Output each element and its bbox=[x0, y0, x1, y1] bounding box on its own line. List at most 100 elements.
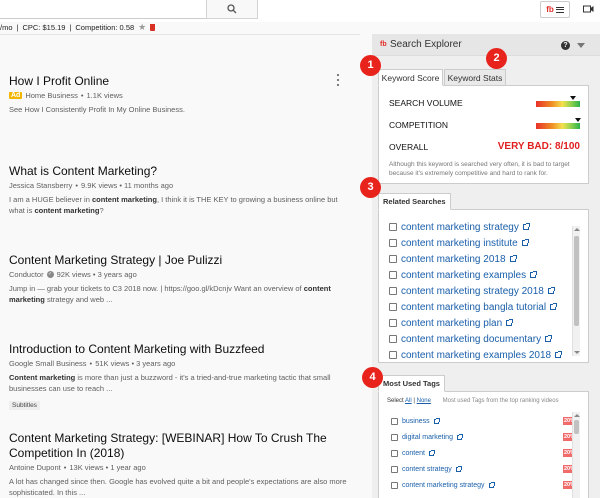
external-link-icon[interactable] bbox=[555, 351, 563, 358]
meta-dot: • bbox=[89, 359, 93, 368]
checkbox[interactable] bbox=[389, 351, 397, 359]
search-button[interactable] bbox=[206, 0, 258, 19]
related-search-item[interactable]: content marketing 2018 bbox=[389, 252, 517, 266]
external-link-icon[interactable] bbox=[506, 319, 514, 326]
external-link-icon[interactable] bbox=[522, 223, 530, 230]
checkbox[interactable] bbox=[389, 255, 397, 263]
tags-hint: Most used Tags from the top ranking vide… bbox=[442, 398, 559, 404]
metrics-separator: | bbox=[69, 22, 72, 32]
result-channel[interactable]: Conductor bbox=[9, 270, 44, 279]
result-item[interactable]: Content Marketing Strategy | Joe Pulizzi… bbox=[9, 253, 349, 305]
tab-keyword-score[interactable]: Keyword Score bbox=[378, 69, 443, 86]
checkbox[interactable] bbox=[391, 465, 398, 473]
trash-icon[interactable] bbox=[150, 23, 156, 31]
more-options-icon[interactable] bbox=[335, 74, 341, 86]
result-stats: 13K views • 1 year ago bbox=[69, 463, 146, 472]
search-input[interactable] bbox=[0, 0, 207, 19]
panel-title: Search Explorer bbox=[390, 39, 462, 50]
related-search-item[interactable]: content marketing strategy bbox=[389, 220, 530, 234]
external-link-icon[interactable] bbox=[455, 465, 462, 472]
related-search-item[interactable]: content marketing examples bbox=[389, 268, 538, 282]
result-item[interactable]: Introduction to Content Marketing with B… bbox=[9, 342, 349, 412]
related-searches-tab[interactable]: Related Searches bbox=[378, 193, 451, 210]
tag-item[interactable]: content bbox=[391, 447, 435, 459]
checkbox[interactable] bbox=[389, 223, 397, 231]
result-meta: Antoine Dupont • 13K views • 1 year ago bbox=[9, 463, 349, 472]
checkbox[interactable] bbox=[391, 417, 398, 425]
collapse-icon[interactable] bbox=[577, 43, 585, 48]
result-item[interactable]: Content Marketing Strategy: [WEBINAR] Ho… bbox=[9, 431, 349, 498]
tags-scrollbar[interactable] bbox=[572, 412, 580, 498]
meta-dot: • bbox=[75, 181, 78, 190]
help-icon[interactable]: ? bbox=[561, 41, 570, 50]
search-explorer-panel: fb Search Explorer ? Keyword Score Keywo… bbox=[372, 34, 600, 498]
result-stats: 92K views • 3 years ago bbox=[56, 270, 137, 279]
result-title[interactable]: How I Profit Online bbox=[9, 74, 349, 89]
external-link-icon[interactable] bbox=[547, 287, 555, 294]
related-scrollbar[interactable] bbox=[572, 226, 580, 356]
scroll-up-icon[interactable] bbox=[574, 414, 580, 417]
checkbox[interactable] bbox=[389, 335, 397, 343]
tag-item[interactable]: business bbox=[391, 415, 440, 427]
video-camera-icon[interactable] bbox=[583, 4, 594, 14]
external-link-icon[interactable] bbox=[550, 303, 558, 310]
menu-icon bbox=[555, 6, 564, 13]
external-link-icon[interactable] bbox=[545, 335, 553, 342]
external-link-icon[interactable] bbox=[488, 481, 495, 488]
result-stats: 1.1K views bbox=[86, 91, 123, 100]
related-search-item[interactable]: content marketing documentary bbox=[389, 332, 553, 346]
related-search-item[interactable]: content marketing strategy 2018 bbox=[389, 284, 555, 298]
metrics-competition: Competition: 0.58 bbox=[75, 22, 135, 32]
tag-item[interactable]: digital marketing bbox=[391, 431, 463, 443]
related-searches-box: content marketing strategy content marke… bbox=[378, 209, 589, 363]
related-search-item[interactable]: content marketing plan bbox=[389, 316, 514, 330]
checkbox[interactable] bbox=[389, 287, 397, 295]
scroll-thumb[interactable] bbox=[574, 236, 579, 326]
select-all-link[interactable]: All bbox=[405, 398, 412, 404]
external-link-icon[interactable] bbox=[428, 449, 435, 456]
search-icon bbox=[227, 3, 237, 13]
tag-item[interactable]: content strategy bbox=[391, 463, 462, 475]
extension-menu-button[interactable]: fb bbox=[540, 1, 570, 18]
verified-icon: ✓ bbox=[46, 271, 54, 278]
most-used-tags-tab[interactable]: Most Used Tags bbox=[378, 375, 445, 392]
checkbox[interactable] bbox=[391, 449, 398, 457]
related-search-item[interactable]: content marketing bangla tutorial bbox=[389, 300, 558, 314]
scroll-up-icon[interactable] bbox=[574, 228, 580, 231]
meta-dot: • bbox=[63, 463, 67, 472]
select-none-link[interactable]: None bbox=[417, 398, 431, 404]
result-description: I am a HUGE believer in content marketin… bbox=[9, 195, 338, 215]
result-channel[interactable]: Home Business bbox=[25, 91, 78, 100]
result-title[interactable]: Content Marketing Strategy | Joe Pulizzi bbox=[9, 253, 349, 268]
result-title[interactable]: Content Marketing Strategy: [WEBINAR] Ho… bbox=[9, 431, 349, 461]
external-link-icon[interactable] bbox=[456, 433, 463, 440]
related-search-item[interactable]: content marketing institute bbox=[389, 236, 529, 250]
external-link-icon[interactable] bbox=[509, 255, 517, 262]
result-item[interactable]: How I Profit Online Ad Home Business • 1… bbox=[9, 74, 349, 115]
tab-keyword-stats[interactable]: Keyword Stats bbox=[444, 69, 506, 86]
external-link-icon[interactable] bbox=[530, 271, 538, 278]
checkbox[interactable] bbox=[389, 271, 397, 279]
checkbox[interactable] bbox=[391, 481, 398, 489]
external-link-icon[interactable] bbox=[433, 417, 440, 424]
step-marker-3: 3 bbox=[360, 177, 381, 198]
checkbox[interactable] bbox=[391, 433, 398, 441]
related-search-item[interactable]: content marketing examples 2018 bbox=[389, 348, 563, 362]
star-icon[interactable]: ★ bbox=[138, 22, 146, 32]
checkbox[interactable] bbox=[389, 319, 397, 327]
checkbox[interactable] bbox=[389, 303, 397, 311]
result-channel[interactable]: Antoine Dupont bbox=[9, 463, 61, 472]
tag-item[interactable]: content marketing strategy bbox=[391, 479, 495, 491]
result-description: A lot has changed since then. Google has… bbox=[9, 477, 347, 497]
result-channel[interactable]: Google Small Business bbox=[9, 359, 87, 368]
result-title[interactable]: What is Content Marketing? bbox=[9, 164, 349, 179]
result-channel[interactable]: Jessica Stansberry bbox=[9, 181, 72, 190]
scroll-thumb[interactable] bbox=[574, 420, 579, 434]
external-link-icon[interactable] bbox=[521, 239, 529, 246]
checkbox[interactable] bbox=[389, 239, 397, 247]
scroll-down-icon[interactable] bbox=[574, 351, 580, 354]
top-bar: fb bbox=[0, 0, 600, 22]
result-title[interactable]: Introduction to Content Marketing with B… bbox=[9, 342, 349, 357]
most-used-tags-box: Select All | None Most used Tags from th… bbox=[378, 391, 589, 498]
result-item[interactable]: What is Content Marketing? Jessica Stans… bbox=[9, 164, 349, 216]
